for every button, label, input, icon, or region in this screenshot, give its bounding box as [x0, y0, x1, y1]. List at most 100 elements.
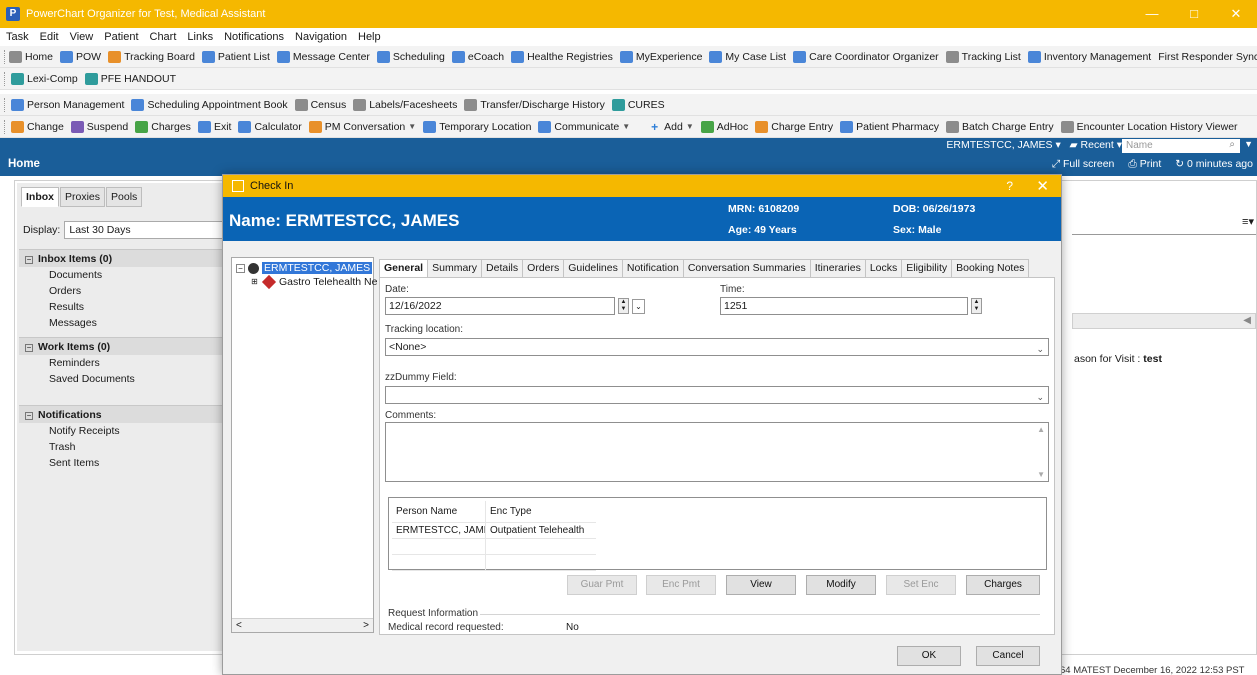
toolbar-temporary-location[interactable]: Temporary Location	[423, 120, 531, 133]
tab-orders[interactable]: Orders	[522, 259, 565, 277]
toolbar-appointment-book[interactable]: Scheduling Appointment Book	[131, 98, 288, 111]
minimize-button[interactable]: —	[1131, 0, 1173, 28]
toolbar-my-case-list[interactable]: My Case List	[709, 50, 786, 63]
time-spinner[interactable]: ▲ ▼	[971, 298, 982, 314]
toolbar-grip[interactable]	[4, 71, 7, 86]
tree-root-item[interactable]: − ERMTESTCC, JAMES	[236, 262, 373, 274]
work-item-saved-documents[interactable]: Saved Documents	[19, 371, 237, 387]
toolbar-patient-list[interactable]: Patient List	[201, 50, 270, 63]
collapse-icon[interactable]: −	[236, 263, 245, 273]
patient-search-input[interactable]: Name	[1122, 139, 1240, 153]
tab-itineraries[interactable]: Itineraries	[809, 259, 866, 277]
tab-notification[interactable]: Notification	[621, 259, 684, 277]
toolbar-inventory-management[interactable]: Inventory Management	[1027, 50, 1151, 63]
toolbar-transfer-discharge[interactable]: Transfer/Discharge History	[464, 98, 605, 111]
tab-proxies[interactable]: Proxies	[60, 187, 106, 207]
toolbar-communicate[interactable]: Communicate ▼	[538, 120, 630, 133]
toolbar-first-responder[interactable]: First Responder Synchronization	[1158, 51, 1257, 63]
grid-header-person-name[interactable]: Person Name	[392, 500, 486, 523]
menu-help[interactable]: Help	[358, 31, 381, 43]
comments-textarea[interactable]: ▲ ▼	[385, 422, 1049, 482]
notifications-header[interactable]: − Notifications	[19, 405, 237, 423]
menu-chart[interactable]: Chart	[150, 31, 177, 43]
set-enc-button[interactable]: Set Enc	[886, 575, 956, 595]
toolbar-census[interactable]: Census	[294, 98, 346, 111]
toolbar-cures[interactable]: CURES	[611, 98, 665, 111]
tab-inbox[interactable]: Inbox	[21, 187, 59, 207]
notification-notify-receipts[interactable]: Notify Receipts	[19, 423, 237, 439]
inbox-item-orders[interactable]: Orders	[19, 283, 237, 299]
inbox-items-header[interactable]: − Inbox Items (0)	[19, 249, 237, 267]
scroll-left-icon[interactable]: <	[236, 620, 242, 631]
toolbar-grip[interactable]	[4, 49, 5, 64]
notification-sent-items[interactable]: Sent Items	[19, 455, 237, 471]
cancel-button[interactable]: Cancel	[976, 646, 1040, 666]
tab-summary[interactable]: Summary	[427, 259, 483, 277]
scroll-right-icon[interactable]: >	[363, 620, 369, 631]
grid-header-enc-type[interactable]: Enc Type	[486, 501, 596, 523]
toolbar-labels-facesheets[interactable]: Labels/Facesheets	[353, 98, 457, 111]
inbox-item-documents[interactable]: Documents	[19, 267, 237, 283]
menu-navigation[interactable]: Navigation	[295, 31, 347, 43]
tab-guidelines[interactable]: Guidelines	[563, 259, 623, 277]
guar-pmt-button[interactable]: Guar Pmt	[567, 575, 637, 595]
scroll-up-icon[interactable]: ▲	[1037, 425, 1045, 434]
toolbar-grip[interactable]	[4, 119, 7, 134]
table-row[interactable]: ERMTESTCC, JAMES Outpatient Telehealth	[392, 523, 596, 539]
menu-task[interactable]: Task	[6, 31, 29, 43]
search-icon[interactable]: ⌕	[1229, 139, 1235, 150]
toolbar-charge-entry[interactable]: Charge Entry	[755, 120, 833, 133]
tree-encounter-item[interactable]: ⊞ Gastro Telehealth Ne	[250, 274, 377, 290]
dummy-field-select[interactable]: ⌄	[385, 386, 1049, 404]
maximize-button[interactable]: □	[1173, 0, 1215, 28]
toolbar-care-coordinator[interactable]: Care Coordinator Organizer	[793, 50, 939, 63]
tab-eligibility[interactable]: Eligibility	[901, 259, 953, 277]
menu-view[interactable]: View	[70, 31, 94, 43]
date-picker-button[interactable]: ⌄	[632, 299, 645, 314]
help-button[interactable]: ?	[1006, 179, 1013, 193]
toolbar-encounter-location-history[interactable]: Encounter Location History Viewer	[1060, 120, 1238, 133]
toolbar-lexicomp[interactable]: Lexi-Comp	[11, 72, 78, 85]
toolbar-tracking-list[interactable]: Tracking List	[945, 50, 1021, 63]
toolbar-message-center[interactable]: Message Center	[276, 50, 370, 63]
inbox-item-messages[interactable]: Messages	[19, 315, 237, 331]
close-window-button[interactable]: ✕	[1215, 0, 1257, 28]
chevron-down-icon[interactable]: ▼	[1244, 139, 1253, 149]
toolbar-scheduling[interactable]: Scheduling	[376, 50, 445, 63]
date-input[interactable]: 12/16/2022	[385, 297, 615, 315]
toolbar-myexperience[interactable]: MyExperience	[619, 50, 702, 63]
tab-booking-notes[interactable]: Booking Notes	[951, 259, 1030, 277]
toolbar-patient-pharmacy[interactable]: Patient Pharmacy	[840, 120, 939, 133]
toolbar-suspend[interactable]: Suspend	[70, 120, 128, 133]
modify-button[interactable]: Modify	[806, 575, 876, 595]
toolbar-batch-charge-entry[interactable]: Batch Charge Entry	[946, 120, 1054, 133]
toolbar-pfe-handout[interactable]: PFE HANDOUT	[84, 72, 176, 85]
menu-edit[interactable]: Edit	[40, 31, 59, 43]
toolbar-calculator[interactable]: Calculator	[238, 120, 302, 133]
tab-conversation-summaries[interactable]: Conversation Summaries	[682, 259, 811, 277]
tab-details[interactable]: Details	[481, 259, 524, 277]
toolbar-change[interactable]: Change	[11, 120, 64, 133]
toolbar-grip[interactable]	[4, 97, 7, 112]
inbox-item-results[interactable]: Results	[19, 299, 237, 315]
tracking-location-select[interactable]: <None> ⌄	[385, 338, 1049, 356]
time-input[interactable]: 1251	[720, 297, 968, 315]
refresh-button[interactable]: ↻ 0 minutes ago	[1175, 158, 1253, 171]
tab-pools[interactable]: Pools	[106, 187, 143, 207]
collapse-left-icon[interactable]: ◀	[1243, 315, 1251, 326]
toolbar-adhoc[interactable]: AdHoc	[700, 120, 748, 133]
toolbar-exit[interactable]: Exit	[197, 120, 231, 133]
charges-button[interactable]: Charges	[966, 575, 1040, 595]
toolbar-person-management[interactable]: Person Management	[11, 98, 124, 111]
full-screen-button[interactable]: ⤢ Full screen	[1052, 158, 1115, 171]
date-spinner[interactable]: ▲ ▼	[618, 298, 629, 314]
close-dialog-button[interactable]: ✕	[1036, 177, 1049, 195]
ok-button[interactable]: OK	[897, 646, 961, 666]
tab-general[interactable]: General	[379, 259, 429, 278]
expand-icon[interactable]: ⊞	[250, 277, 259, 287]
scroll-down-icon[interactable]: ▼	[1037, 470, 1045, 479]
current-patient-dropdown[interactable]: ERMTESTCC, JAMES ▾ ▰ Recent ▾	[946, 139, 1122, 151]
toolbar-pow[interactable]: POW	[60, 50, 101, 63]
toolbar-home[interactable]: Home	[9, 50, 53, 63]
menu-icon[interactable]: ≡▾	[1242, 215, 1254, 228]
